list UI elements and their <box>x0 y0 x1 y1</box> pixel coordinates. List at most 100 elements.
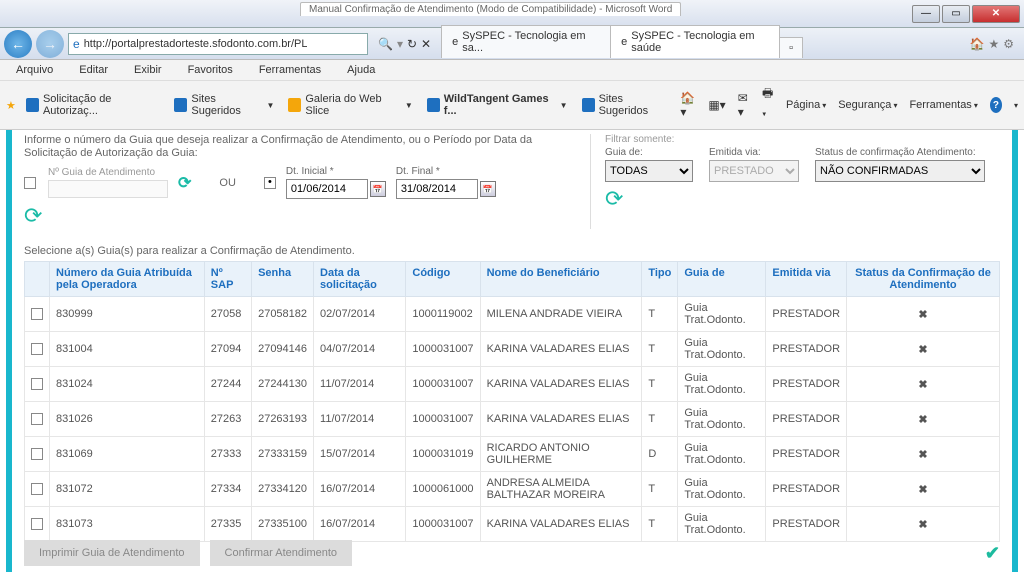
col-emitida[interactable]: Emitida via <box>766 262 847 297</box>
confirmar-button[interactable]: Confirmar Atendimento <box>210 540 353 566</box>
imprimir-button[interactable]: Imprimir Guia de Atendimento <box>24 540 200 566</box>
cell-nome: ANDRESA ALMEIDA BALTHAZAR MOREIRA <box>480 472 642 507</box>
refresh-num-icon[interactable]: ⟳ <box>178 173 191 193</box>
tab-2[interactable]: e SySPEC - Tecnologia em saúde <box>610 25 780 58</box>
window-maximize-button[interactable]: ▭ <box>942 5 970 23</box>
row-checkbox[interactable] <box>31 343 43 355</box>
search-icon[interactable]: 🔍 <box>378 37 393 51</box>
favlink-4[interactable]: WildTangent Games f...▼ <box>423 91 572 119</box>
window-minimize-button[interactable]: — <box>912 5 940 23</box>
window-toolbar-right: 🏠 ★ ⚙ <box>964 37 1020 51</box>
num-guia-input[interactable] <box>48 180 168 198</box>
stop-icon[interactable]: ✕ <box>421 37 431 51</box>
row-checkbox[interactable] <box>31 448 43 460</box>
cell-sap: 27333 <box>204 437 251 472</box>
window-close-button[interactable]: ✕ <box>972 5 1020 23</box>
cell-emitida: PRESTADOR <box>766 402 847 437</box>
cell-data: 11/07/2014 <box>314 367 406 402</box>
home-cmd-icon[interactable]: 🏠▾ <box>680 91 696 119</box>
cell-codigo: 1000119002 <box>406 297 480 332</box>
browser-nav: ← → e http://portalprestadorteste.sfodon… <box>0 28 1024 60</box>
row-checkbox[interactable] <box>31 483 43 495</box>
guias-table: Número da Guia Atribuída pela Operadora … <box>24 261 1000 542</box>
forward-button[interactable]: → <box>36 30 64 58</box>
seguranca-menu[interactable]: Segurança▾ <box>838 99 897 111</box>
col-tipo[interactable]: Tipo <box>642 262 678 297</box>
cell-codigo: 1000031007 <box>406 402 480 437</box>
apply-filter-icon[interactable]: ⟳ <box>24 203 560 229</box>
row-checkbox[interactable] <box>31 378 43 390</box>
add-favorite-icon[interactable]: ★ <box>6 99 16 112</box>
col-data[interactable]: Data da solicitação <box>314 262 406 297</box>
col-nome[interactable]: Nome do Beneficiário <box>480 262 642 297</box>
dt-inicial-input[interactable] <box>286 179 368 199</box>
favlink-1[interactable]: Solicitação de Autorizaç... <box>22 91 165 119</box>
favorites-icon[interactable]: ★ <box>988 37 999 51</box>
cell-emitida: PRESTADOR <box>766 472 847 507</box>
row-checkbox[interactable] <box>31 518 43 530</box>
cell-num: 831004 <box>50 332 205 367</box>
ferramentas-menu[interactable]: Ferramentas▾ <box>909 99 977 111</box>
page-icon <box>174 98 187 112</box>
back-button[interactable]: ← <box>4 30 32 58</box>
status-not-confirmed-icon: ✖ <box>847 367 1000 402</box>
tools-icon[interactable]: ⚙ <box>1003 37 1014 51</box>
print-icon[interactable]: 🖶▾ <box>762 84 774 126</box>
col-num[interactable]: Número da Guia Atribuída pela Operadora <box>50 262 205 297</box>
cell-senha: 27058182 <box>252 297 314 332</box>
tab-1[interactable]: eSySPEC - Tecnologia em sa... <box>441 25 611 58</box>
guia-de-select[interactable]: TODAS <box>605 160 693 182</box>
address-bar[interactable]: e http://portalprestadorteste.sfodonto.c… <box>68 33 368 55</box>
table-row: 831069273332733315915/07/20141000031019R… <box>25 437 1000 472</box>
col-status[interactable]: Status da Confirmação de Atendimento <box>847 262 1000 297</box>
page-icon <box>582 98 595 112</box>
tab-favicon: e <box>452 36 458 48</box>
cell-data: 16/07/2014 <box>314 472 406 507</box>
confirm-check-icon[interactable]: ✔ <box>985 543 1000 564</box>
menu-editar[interactable]: Editar <box>67 62 120 78</box>
status-not-confirmed-icon: ✖ <box>847 297 1000 332</box>
help-icon[interactable]: ? <box>990 97 1002 113</box>
menu-ferramentas[interactable]: Ferramentas <box>247 62 333 78</box>
row-checkbox[interactable] <box>31 308 43 320</box>
cell-sap: 27334 <box>204 472 251 507</box>
col-codigo[interactable]: Código <box>406 262 480 297</box>
instruction-text: Informe o número da Guia que deseja real… <box>24 134 560 160</box>
feeds-icon[interactable]: ▦▾ <box>708 98 725 112</box>
radio-periodo[interactable] <box>264 177 276 189</box>
menu-favoritos[interactable]: Favoritos <box>176 62 245 78</box>
row-checkbox[interactable] <box>31 413 43 425</box>
favlink-2[interactable]: Sites Sugeridos▼ <box>170 91 278 119</box>
tab-label: SySPEC - Tecnologia em saúde <box>631 30 769 54</box>
table-row: 831004270942709414604/07/20141000031007K… <box>25 332 1000 367</box>
menu-arquivo[interactable]: Arquivo <box>4 62 65 78</box>
new-tab-button[interactable]: ▫ <box>779 37 803 58</box>
background-window-tab: Manual Confirmação de Atendimento (Modo … <box>300 2 681 16</box>
mail-icon[interactable]: ✉▾ <box>738 91 750 119</box>
col-senha[interactable]: Senha <box>252 262 314 297</box>
command-bar: 🏠▾ ▦▾ ✉▾ 🖶▾ Página▾ Segurança▾ Ferrament… <box>680 84 1018 126</box>
menu-ajuda[interactable]: Ajuda <box>335 62 387 78</box>
refresh-icon[interactable]: ↻ <box>407 37 417 51</box>
col-sap[interactable]: Nº SAP <box>204 262 251 297</box>
pagina-menu[interactable]: Página▾ <box>786 99 826 111</box>
cell-guiade: Guia Trat.Odonto. <box>678 297 766 332</box>
dt-final-input[interactable] <box>396 179 478 199</box>
cell-guiade: Guia Trat.Odonto. <box>678 507 766 542</box>
cell-num: 831073 <box>50 507 205 542</box>
calendar-icon[interactable]: 📅 <box>370 181 386 197</box>
radio-num-guia[interactable] <box>24 177 36 189</box>
emitida-via-label: Emitida via: <box>709 147 799 158</box>
apply-filter-icon-right[interactable]: ⟳ <box>605 186 1000 212</box>
status-not-confirmed-icon: ✖ <box>847 332 1000 367</box>
col-guiade[interactable]: Guia de <box>678 262 766 297</box>
home-icon[interactable]: 🏠 <box>970 37 985 51</box>
favlink-5[interactable]: Sites Sugeridos <box>578 91 675 119</box>
favlink-3[interactable]: Galeria do Web Slice▼ <box>284 91 416 119</box>
cell-tipo: D <box>642 437 678 472</box>
menu-exibir[interactable]: Exibir <box>122 62 174 78</box>
tab-favicon: e <box>621 36 627 48</box>
status-confirmacao-select[interactable]: NÃO CONFIRMADAS <box>815 160 985 182</box>
cell-tipo: T <box>642 472 678 507</box>
calendar-icon[interactable]: 📅 <box>480 181 496 197</box>
